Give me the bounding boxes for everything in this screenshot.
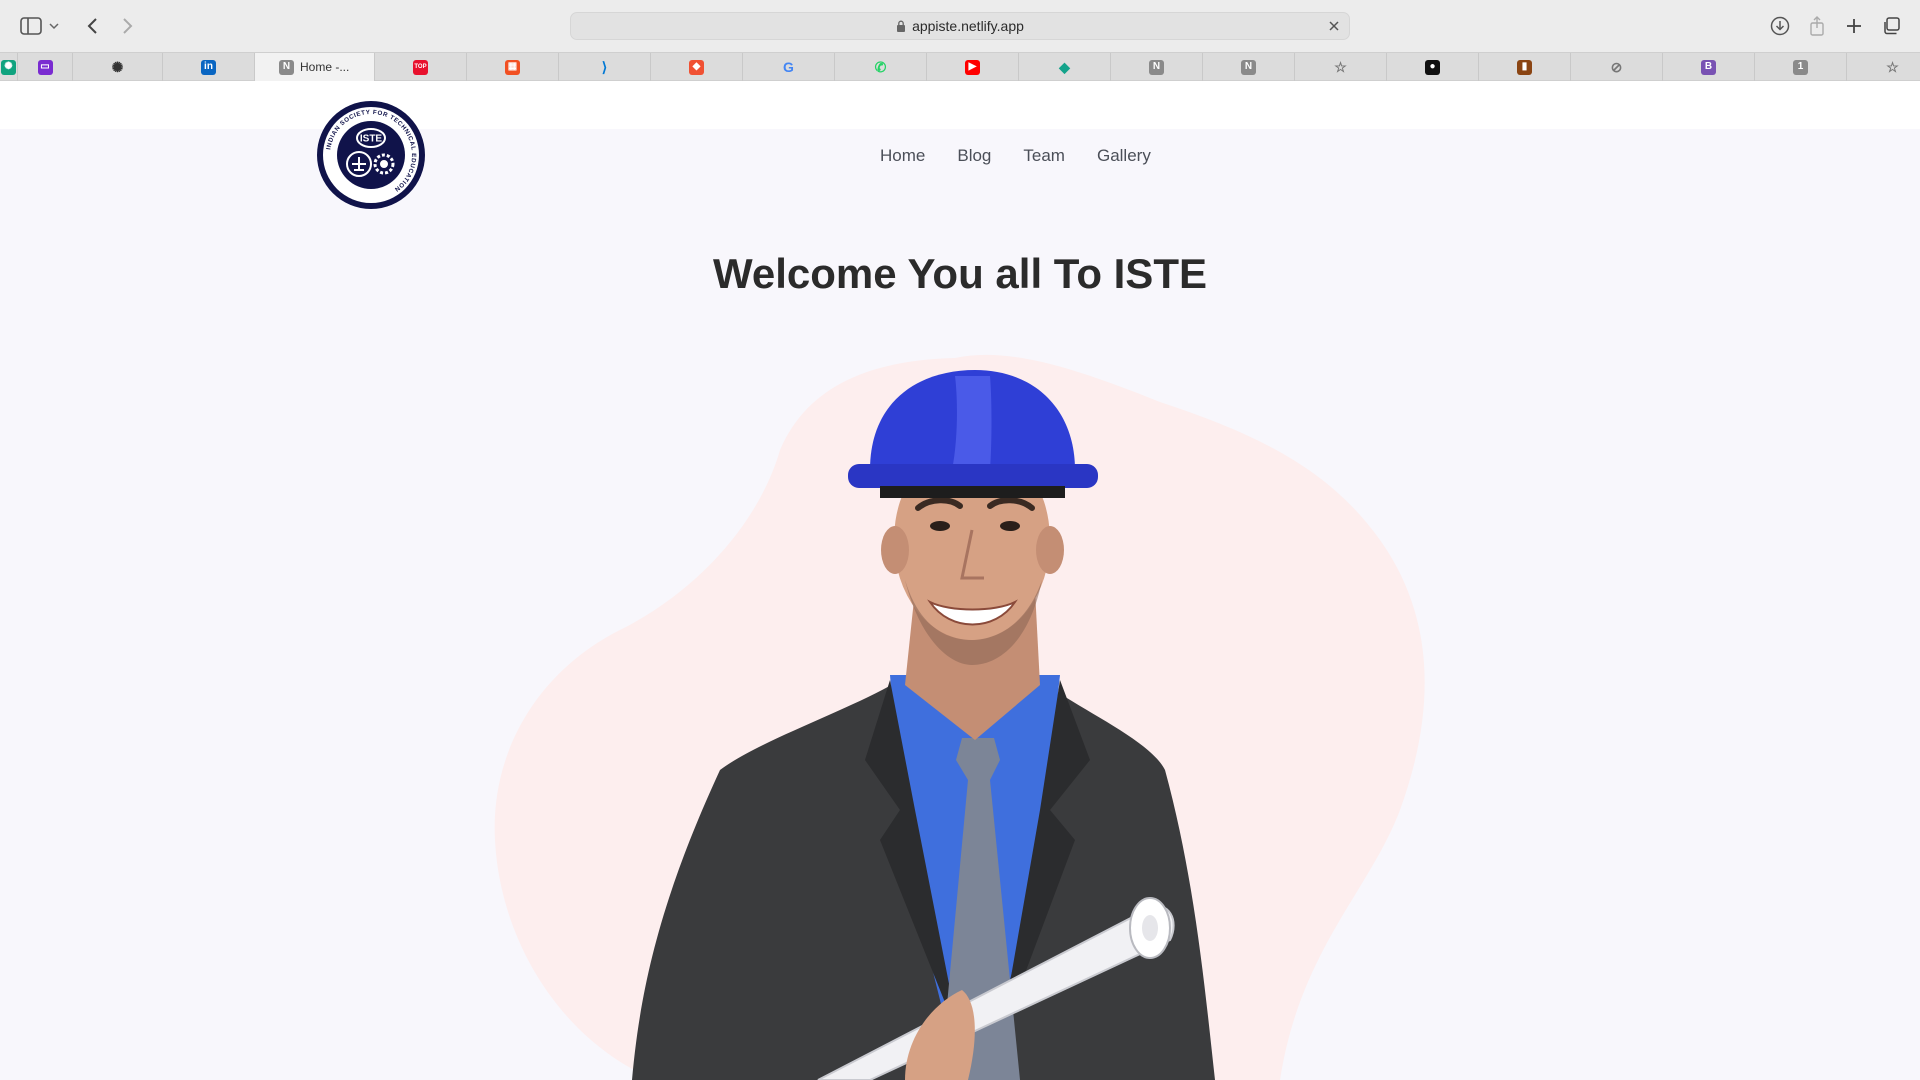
tab-18[interactable]: ⊘	[1571, 53, 1663, 81]
git-icon: ◆	[689, 59, 704, 75]
star-icon: ☆	[1334, 59, 1347, 75]
tab-overview-icon[interactable]	[1877, 12, 1905, 40]
tab-17[interactable]: ▮	[1479, 53, 1571, 81]
presentation-icon: ▭	[37, 59, 53, 75]
tab-6[interactable]: ▦	[467, 53, 559, 81]
tab-7[interactable]: ⟩	[559, 53, 651, 81]
tab-14[interactable]: N	[1203, 53, 1295, 81]
tab-15[interactable]: ☆	[1295, 53, 1387, 81]
tab-19[interactable]: B	[1663, 53, 1755, 81]
nav-gallery[interactable]: Gallery	[1097, 146, 1151, 166]
tab-8[interactable]: ◆	[651, 53, 743, 81]
forward-icon[interactable]	[114, 12, 142, 40]
google-icon: G	[783, 59, 794, 75]
vscode-icon: ⟩	[601, 59, 608, 75]
tab-2[interactable]: ✺	[73, 53, 163, 81]
tab-16[interactable]: ●	[1387, 53, 1479, 81]
tab-4[interactable]: N Home -...	[255, 53, 375, 81]
hero-title: Welcome You all To ISTE	[713, 250, 1207, 297]
tab-bar: ✺ ▭ ✺ in N Home -... TOP ▦ ⟩ ◆ G ✆ ▶ ◆ N N ☆ ● ▮ ⊘ B 1 ☆	[0, 52, 1920, 81]
url-text: appiste.netlify.app	[912, 18, 1024, 34]
compass-icon: ⊘	[1610, 59, 1623, 75]
tab-12[interactable]: ◆	[1019, 53, 1111, 81]
address-bar[interactable]: appiste.netlify.app	[570, 12, 1350, 40]
tab-13[interactable]: N	[1111, 53, 1203, 81]
chatgpt-icon: ✺	[1, 59, 16, 75]
book-icon: ▮	[1517, 59, 1532, 75]
chevron-down-icon[interactable]	[47, 12, 61, 40]
openai-icon: ✺	[111, 59, 124, 75]
browser-toolbar: appiste.netlify.app	[0, 0, 1920, 52]
iste-logo[interactable]: INDIAN SOCIETY FOR TECHNICAL EDUCATION I…	[316, 100, 426, 210]
github-icon: ●	[1425, 59, 1440, 75]
top-icon: TOP	[413, 59, 428, 75]
main-nav: Home Blog Team Gallery	[880, 146, 1151, 166]
whatsapp-icon: ✆	[874, 59, 887, 75]
tab-0[interactable]: ✺	[0, 53, 18, 81]
one-icon: 1	[1793, 59, 1808, 75]
star-icon: ☆	[1886, 59, 1899, 75]
tab-9[interactable]: G	[743, 53, 835, 81]
sidebar-toggle-icon[interactable]	[17, 12, 45, 40]
notion-icon: N	[1241, 59, 1256, 75]
notion-icon: N	[1149, 59, 1164, 75]
hero-illustration	[494, 354, 1425, 1080]
close-icon[interactable]	[1327, 19, 1341, 33]
linkedin-icon: in	[201, 59, 216, 75]
tab-3[interactable]: in	[163, 53, 255, 81]
nav-team[interactable]: Team	[1023, 146, 1065, 166]
nav-home[interactable]: Home	[880, 146, 925, 166]
nav-blog[interactable]: Blog	[957, 146, 991, 166]
tab-5[interactable]: TOP	[375, 53, 467, 81]
microsoft-icon: ▦	[505, 59, 520, 75]
tab-21[interactable]: ☆	[1847, 53, 1920, 81]
tab-11[interactable]: ▶	[927, 53, 1019, 81]
diamond-icon: ◆	[1059, 59, 1070, 75]
bootstrap-icon: B	[1701, 59, 1716, 75]
logo-center-text: ISTE	[360, 134, 383, 145]
header-strip	[0, 81, 1920, 129]
lock-icon	[896, 20, 906, 32]
share-icon[interactable]	[1803, 12, 1831, 40]
tab-label: Home -...	[300, 60, 350, 74]
youtube-icon: ▶	[965, 59, 980, 75]
tab-1[interactable]: ▭	[18, 53, 73, 81]
tab-20[interactable]: 1	[1755, 53, 1847, 81]
tab-10[interactable]: ✆	[835, 53, 927, 81]
notion-icon: N	[279, 59, 294, 75]
new-tab-icon[interactable]	[1840, 12, 1868, 40]
back-icon[interactable]	[78, 12, 106, 40]
download-icon[interactable]	[1766, 12, 1794, 40]
